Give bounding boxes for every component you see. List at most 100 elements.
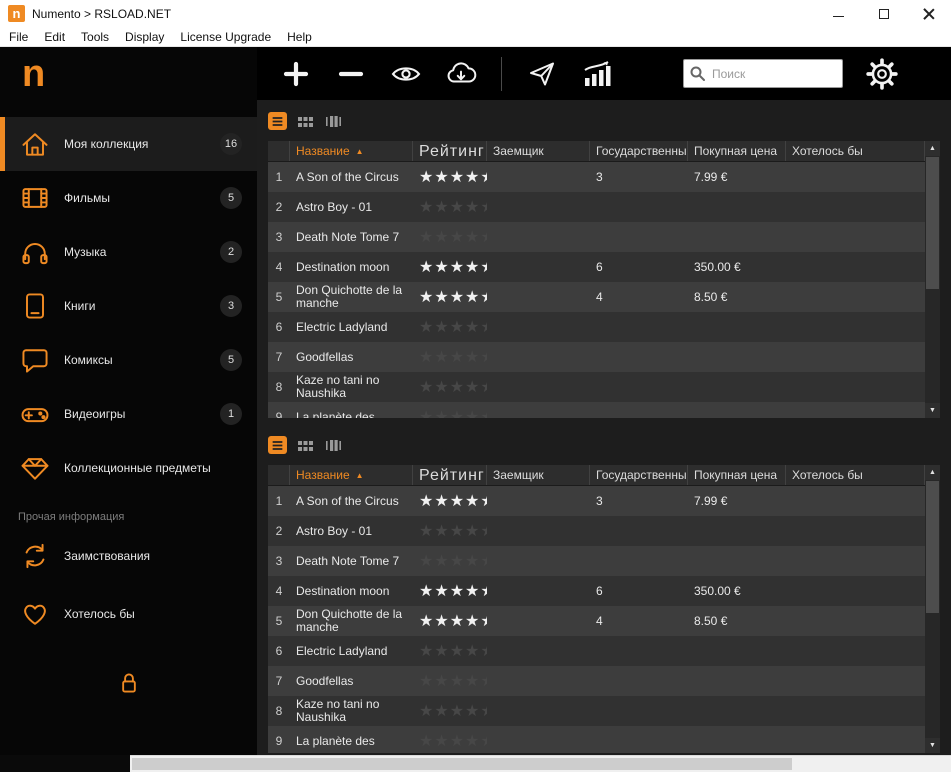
scrollbar-track[interactable] [925, 480, 940, 738]
rating-stars[interactable]: ★★★★★ [413, 726, 487, 753]
column-header-title[interactable]: Название ▲ [290, 465, 413, 485]
horizontal-scrollbar[interactable] [0, 755, 951, 772]
settings-button[interactable] [865, 57, 899, 91]
scroll-up-icon[interactable]: ▲ [925, 465, 940, 480]
download-button[interactable] [446, 59, 477, 89]
table-row[interactable]: 7 Goodfellas ★★★★★ [268, 666, 925, 696]
rating-stars[interactable]: ★★★★★ [413, 312, 487, 342]
table-row[interactable]: 6 Electric Ladyland ★★★★★ [268, 312, 925, 342]
column-header-number[interactable] [268, 141, 290, 161]
sidebar-item-movies[interactable]: Фильмы 5 [0, 171, 257, 225]
column-header-borrower[interactable]: Заемщик [487, 141, 590, 161]
rating-stars[interactable]: ★★★★★ [413, 222, 487, 252]
column-header-title[interactable]: Название ▲ [290, 141, 413, 161]
rating-stars[interactable]: ★★★★★ [413, 636, 487, 666]
table-row[interactable]: 6 Electric Ladyland ★★★★★ [268, 636, 925, 666]
column-header-price[interactable]: Покупная цена [688, 141, 786, 161]
hscrollbar-track[interactable] [130, 755, 951, 772]
maximize-button[interactable] [861, 0, 906, 27]
rating-stars[interactable]: ★★★★★ [413, 282, 487, 312]
share-button[interactable] [527, 59, 557, 89]
table-row[interactable]: 4 Destination moon ★★★★★ 6 350.00 € [268, 576, 925, 606]
menu-tools[interactable]: Tools [73, 27, 117, 46]
scroll-down-icon[interactable]: ▼ [925, 738, 940, 753]
table-row[interactable]: 3 Death Note Tome 7 ★★★★★ [268, 546, 925, 576]
column-header-number[interactable] [268, 465, 290, 485]
sidebar-item-loans[interactable]: Заимствования [0, 527, 257, 585]
menu-edit[interactable]: Edit [36, 27, 73, 46]
column-header-condition[interactable]: Государственный [590, 141, 688, 161]
list-view-button[interactable] [268, 436, 287, 454]
table-row[interactable]: 9 La planète des ★★★★★ [268, 402, 925, 418]
menu-display[interactable]: Display [117, 27, 172, 46]
sidebar-item-my-collection[interactable]: Моя коллекция 16 [0, 117, 257, 171]
sidebar-item-video-games[interactable]: Видеоигры 1 [0, 387, 257, 441]
table-row[interactable]: 3 Death Note Tome 7 ★★★★★ [268, 222, 925, 252]
rating-stars[interactable]: ★★★★★ [413, 486, 487, 516]
column-header-condition[interactable]: Государственный [590, 465, 688, 485]
menu-help[interactable]: Help [279, 27, 320, 46]
scrollbar-thumb[interactable] [926, 481, 939, 613]
view-item-button[interactable] [391, 59, 421, 89]
scroll-down-icon[interactable]: ▼ [925, 403, 940, 418]
rating-stars[interactable]: ★★★★★ [413, 606, 487, 636]
table-row[interactable]: 5 Don Quichotte de la manche ★★★★★ 4 8.5… [268, 606, 925, 636]
scroll-up-icon[interactable]: ▲ [925, 141, 940, 156]
grid-view-button[interactable] [296, 112, 315, 130]
rating-stars[interactable]: ★★★★★ [413, 666, 487, 696]
column-header-wishlist[interactable]: Хотелось бы [786, 465, 925, 485]
column-header-rating[interactable]: Рейтинг [413, 465, 487, 485]
table-row[interactable]: 8 Kaze no tani no Naushika ★★★★★ [268, 372, 925, 402]
statistics-button[interactable] [582, 59, 612, 89]
sidebar-item-comics[interactable]: Комиксы 5 [0, 333, 257, 387]
rating-stars[interactable]: ★★★★★ [413, 252, 487, 282]
rating-stars[interactable]: ★★★★★ [413, 162, 487, 192]
table-row[interactable]: 1 A Son of the Circus ★★★★★ 3 7.99 € [268, 486, 925, 516]
cards-view-button[interactable] [324, 436, 343, 454]
rating-stars[interactable]: ★★★★★ [413, 576, 487, 606]
column-header-wishlist[interactable]: Хотелось бы [786, 141, 925, 161]
table-row[interactable]: 8 Kaze no tani no Naushika ★★★★★ [268, 696, 925, 726]
table-row[interactable]: 9 La planète des ★★★★★ [268, 726, 925, 753]
table-row[interactable]: 1 A Son of the Circus ★★★★★ 3 7.99 € [268, 162, 925, 192]
hscrollbar-thumb[interactable] [132, 758, 792, 770]
borrower-cell [487, 282, 590, 312]
list-view-button[interactable] [268, 112, 287, 130]
table-row[interactable]: 4 Destination moon ★★★★★ 6 350.00 € [268, 252, 925, 282]
table-row[interactable]: 2 Astro Boy - 01 ★★★★★ [268, 516, 925, 546]
vertical-scrollbar[interactable]: ▲ ▼ [925, 141, 940, 418]
table-row[interactable]: 5 Don Quichotte de la manche ★★★★★ 4 8.5… [268, 282, 925, 312]
scrollbar-track[interactable] [925, 156, 940, 403]
rating-stars[interactable]: ★★★★★ [413, 516, 487, 546]
rating-stars[interactable]: ★★★★★ [413, 192, 487, 222]
table-row[interactable]: 7 Goodfellas ★★★★★ [268, 342, 925, 372]
sidebar-item-music[interactable]: Музыка 2 [0, 225, 257, 279]
table-row[interactable]: 2 Astro Boy - 01 ★★★★★ [268, 192, 925, 222]
diamond-icon [18, 451, 52, 485]
menu-license-upgrade[interactable]: License Upgrade [172, 27, 279, 46]
grid-view-button[interactable] [296, 436, 315, 454]
remove-item-button[interactable] [336, 59, 366, 89]
rating-stars[interactable]: ★★★★★ [413, 696, 487, 726]
view-mode-buttons [268, 434, 940, 456]
column-header-price[interactable]: Покупная цена [688, 465, 786, 485]
sidebar-item-wishlist[interactable]: Хотелось бы [0, 585, 257, 643]
vertical-scrollbar[interactable]: ▲ ▼ [925, 465, 940, 753]
add-item-button[interactable] [281, 59, 311, 89]
column-header-rating[interactable]: Рейтинг [413, 141, 487, 161]
search-input[interactable] [683, 59, 843, 88]
minimize-button[interactable] [816, 0, 861, 27]
scrollbar-thumb[interactable] [926, 157, 939, 289]
sidebar-item-books[interactable]: Книги 3 [0, 279, 257, 333]
menu-file[interactable]: File [1, 27, 36, 46]
sidebar-item-collectibles[interactable]: Коллекционные предметы [0, 441, 257, 495]
rating-stars[interactable]: ★★★★★ [413, 372, 487, 402]
rating-stars[interactable]: ★★★★★ [413, 402, 487, 419]
cards-view-button[interactable] [324, 112, 343, 130]
rating-stars[interactable]: ★★★★★ [413, 342, 487, 372]
close-button[interactable] [906, 0, 951, 27]
lock-toggle[interactable] [0, 669, 257, 697]
column-header-borrower[interactable]: Заемщик [487, 465, 590, 485]
rating-stars[interactable]: ★★★★★ [413, 546, 487, 576]
condition-cell: 3 [596, 169, 603, 184]
